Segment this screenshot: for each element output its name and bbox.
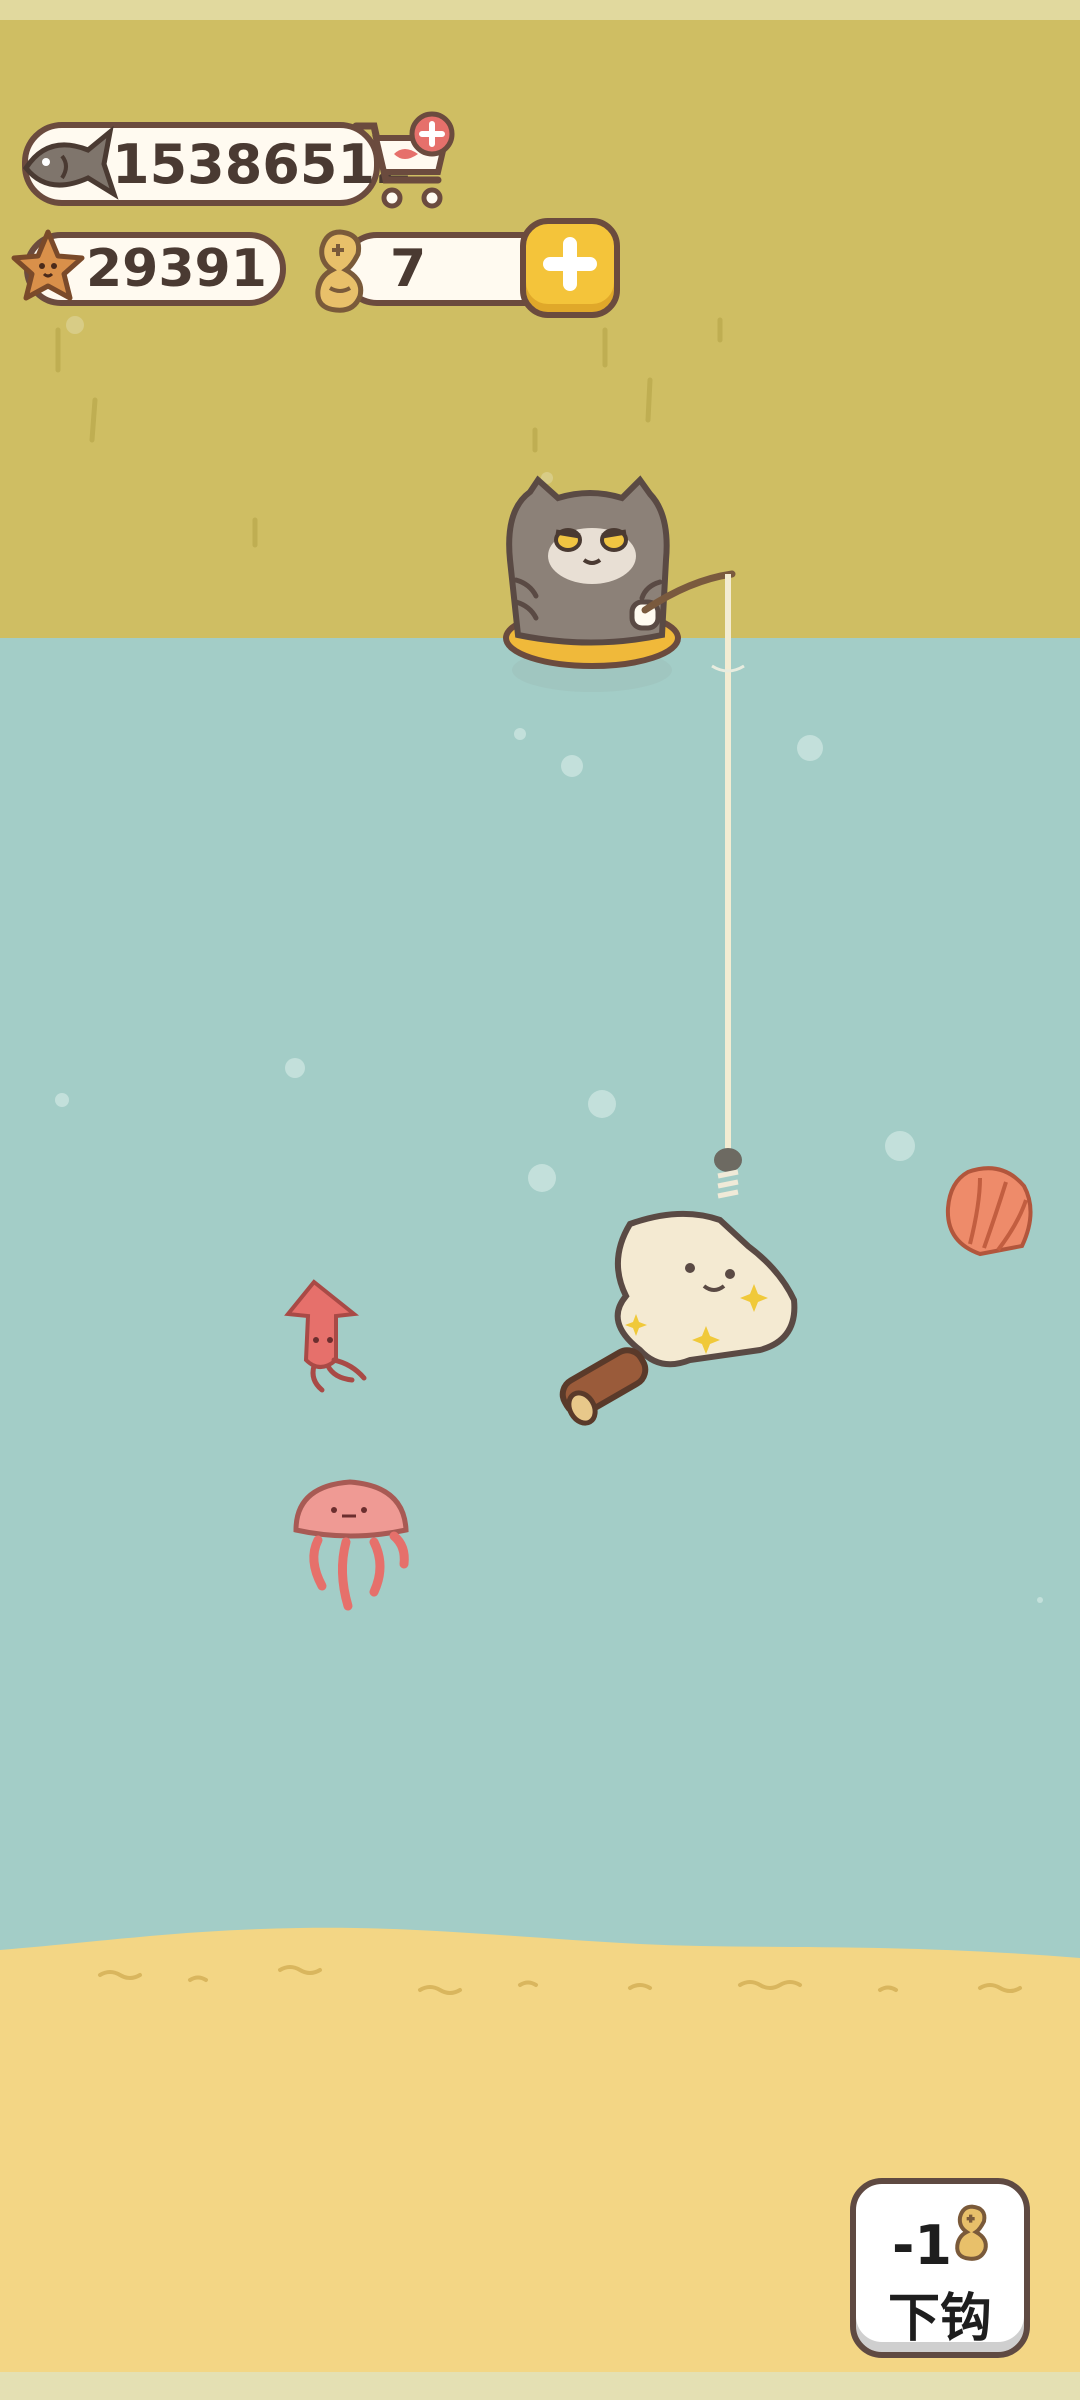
starfish-count-value: 29391	[86, 239, 267, 299]
fish-icon	[22, 125, 119, 200]
starfish-icon	[11, 229, 85, 301]
hook-cost-label: -1	[892, 2214, 952, 2277]
jellyfish-creature	[293, 1479, 409, 1611]
peanut-bait-icon	[955, 2204, 988, 2261]
drop-hook-button[interactable]: -1 下钩	[850, 2178, 1030, 2358]
caught-item-stone	[559, 1210, 798, 1426]
drop-hook-label: 下钩	[887, 2289, 992, 2349]
shopping-cart-icon[interactable]	[350, 111, 460, 216]
add-bait-button[interactable]	[520, 218, 620, 318]
plus-icon	[543, 237, 597, 291]
navigation-bar-strip	[0, 2372, 1080, 2400]
squid-creature	[284, 1279, 367, 1393]
bait-count-value: 7	[390, 239, 427, 299]
peanut-bait-icon	[315, 229, 364, 313]
bubbles	[55, 728, 1043, 1603]
seashell-item	[945, 1166, 1033, 1257]
fishing-line	[711, 574, 745, 1199]
